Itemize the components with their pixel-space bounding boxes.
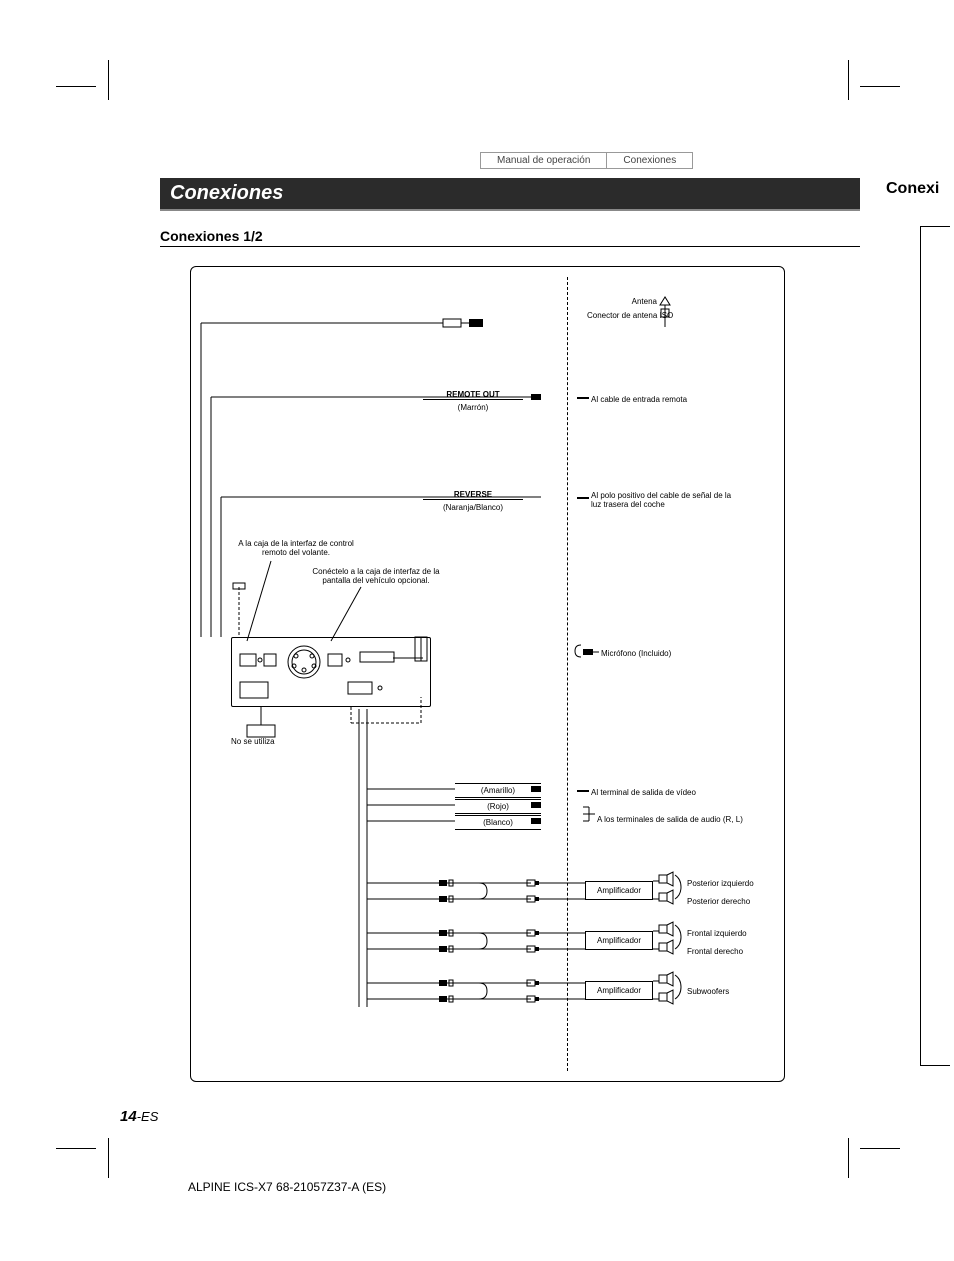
label-front-left: Frontal izquierdo xyxy=(687,929,747,938)
label-reverse-target: Al polo positivo del cable de señal de l… xyxy=(591,491,741,509)
side-cut-title: Conexi xyxy=(886,180,939,198)
label-swrc-box: A la caja de la interfaz de control remo… xyxy=(231,539,361,557)
label-display-interface: Conéctelo a la caja de interfaz de la pa… xyxy=(301,567,451,585)
crop-mark xyxy=(56,1148,96,1149)
label-mic: Micrófono (Incluido) xyxy=(601,649,671,658)
diagram-divider xyxy=(567,277,568,1071)
amp-sub: Amplificador xyxy=(585,981,653,1000)
label-yellow: (Amarillo) xyxy=(455,783,541,798)
page-number: 14-ES xyxy=(120,1108,158,1125)
breadcrumb-manual: Manual de operación xyxy=(480,152,607,169)
side-frame xyxy=(920,226,950,1066)
crop-mark xyxy=(108,1138,109,1178)
label-rear-right: Posterior derecho xyxy=(687,897,750,906)
label-not-used: No se utiliza xyxy=(231,737,275,746)
connectors-icon xyxy=(232,638,432,708)
footer-doc-code: ALPINE ICS-X7 68-21057Z37-A (ES) xyxy=(188,1180,386,1194)
label-reverse: REVERSE xyxy=(423,490,523,500)
section-subtitle: Conexiones 1/2 xyxy=(160,228,860,247)
breadcrumb: Manual de operación Conexiones xyxy=(480,152,693,169)
label-red: (Rojo) xyxy=(455,799,541,814)
label-rear-left: Posterior izquierdo xyxy=(687,879,754,888)
section-title: Conexiones xyxy=(160,178,860,211)
breadcrumb-section: Conexiones xyxy=(607,152,693,169)
label-subwoofers: Subwoofers xyxy=(687,987,729,996)
label-video-out: Al terminal de salida de vídeo xyxy=(591,788,696,797)
label-reverse-color: (Naranja/Blanco) xyxy=(423,503,523,512)
crop-mark xyxy=(108,60,109,100)
page-number-suffix: -ES xyxy=(137,1109,159,1124)
crop-mark xyxy=(848,1138,849,1178)
crop-mark xyxy=(56,86,96,87)
head-unit-back-icon xyxy=(231,637,431,707)
crop-mark xyxy=(848,60,849,100)
crop-mark xyxy=(860,1148,900,1149)
wiring-diagram: Antena Conector de antena ISO REMOTE OUT… xyxy=(190,266,785,1082)
label-remote-out-color: (Marrón) xyxy=(423,403,523,412)
amp-front: Amplificador xyxy=(585,931,653,950)
crop-mark xyxy=(860,86,900,87)
label-audio-out: A los terminales de salida de audio (R, … xyxy=(597,815,743,824)
label-remote-out: REMOTE OUT xyxy=(423,390,523,400)
amp-rear: Amplificador xyxy=(585,881,653,900)
label-remote-in-cable: Al cable de entrada remota xyxy=(591,395,687,404)
label-antenna: Antena xyxy=(607,297,657,306)
label-iso-antenna: Conector de antena ISO xyxy=(587,311,673,320)
label-white: (Blanco) xyxy=(455,815,541,830)
label-front-right: Frontal derecho xyxy=(687,947,743,956)
page-number-value: 14 xyxy=(120,1108,137,1125)
